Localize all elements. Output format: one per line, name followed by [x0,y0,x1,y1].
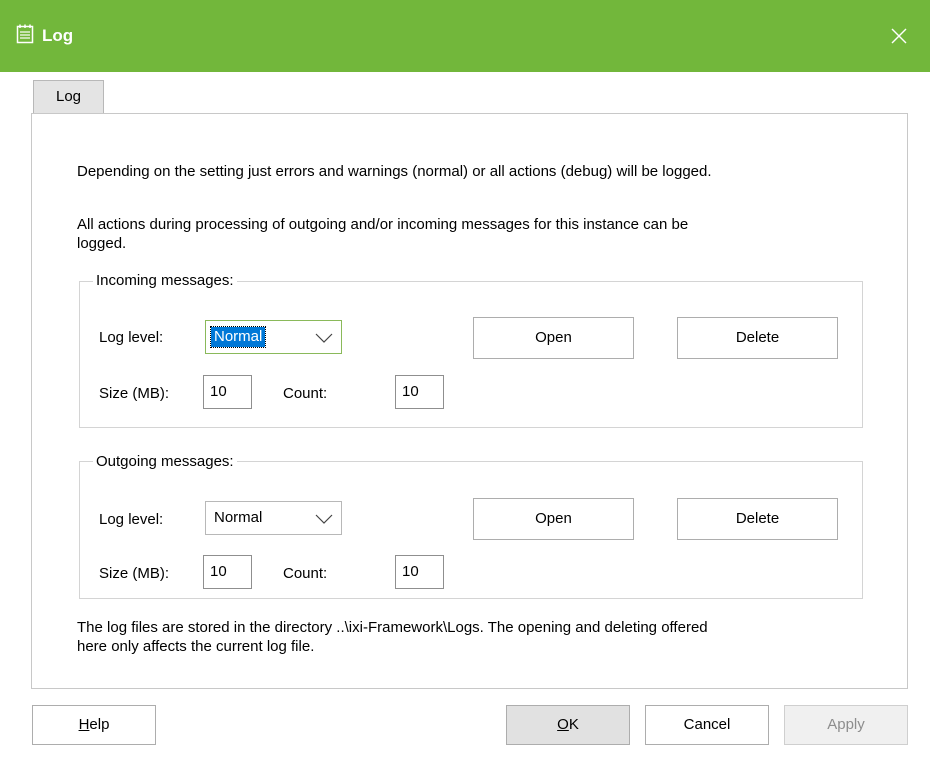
tab-log-label: Log [55,88,82,105]
incoming-count-label: Count: [283,385,328,402]
ok-mnemonic: O [557,716,569,733]
outgoing-count-label: Count: [283,565,328,582]
outgoing-legend: Outgoing messages: [93,452,237,471]
incoming-legend: Incoming messages: [93,271,237,290]
description-line-1: Depending on the setting just errors and… [77,163,712,180]
apply-button[interactable]: Apply [784,705,908,745]
outgoing-count-field[interactable]: 10 [395,555,444,589]
outgoing-open-label: Open [535,510,572,527]
close-button[interactable] [882,20,916,52]
outgoing-delete-label: Delete [735,510,780,527]
title-bar: Log [0,0,930,72]
incoming-open-button[interactable]: Open [473,317,634,359]
incoming-size-field[interactable]: 10 [203,375,252,409]
chevron-down-icon [315,333,333,343]
ok-label: K [568,716,579,733]
incoming-size-label: Size (MB): [99,385,170,402]
incoming-open-label: Open [535,329,572,346]
close-icon [891,28,907,44]
tab-log[interactable]: Log [33,80,104,114]
apply-label: Apply [827,716,865,733]
cancel-button[interactable]: Cancel [645,705,769,745]
outgoing-log-level-value: Normal [214,509,263,526]
help-label: elp [89,716,110,733]
incoming-delete-button[interactable]: Delete [677,317,838,359]
footer-note-line-2: here only affects the current log file. [77,638,315,655]
footer-note-line-1: The log files are stored in the director… [77,619,708,636]
window-title: Log [42,26,74,45]
chevron-down-icon [315,514,333,524]
incoming-count-field[interactable]: 10 [395,375,444,409]
description-line-2a: All actions during processing of outgoin… [77,216,689,233]
outgoing-size-label: Size (MB): [99,565,170,582]
incoming-log-level-select[interactable]: Normal [205,320,342,354]
help-button[interactable]: Help [32,705,156,745]
outgoing-open-button[interactable]: Open [473,498,634,540]
incoming-delete-label: Delete [735,329,780,346]
help-mnemonic: H [78,716,90,733]
incoming-log-level-value: Normal [209,326,267,348]
outgoing-log-level-label: Log level: [99,511,164,528]
notepad-icon [16,24,34,44]
outgoing-delete-button[interactable]: Delete [677,498,838,540]
cancel-label: Cancel [683,716,731,733]
outgoing-log-level-select[interactable]: Normal [205,501,342,535]
ok-button[interactable]: OK [506,705,630,745]
incoming-log-level-label: Log level: [99,329,164,346]
description-line-2b: logged. [77,235,127,252]
outgoing-size-field[interactable]: 10 [203,555,252,589]
